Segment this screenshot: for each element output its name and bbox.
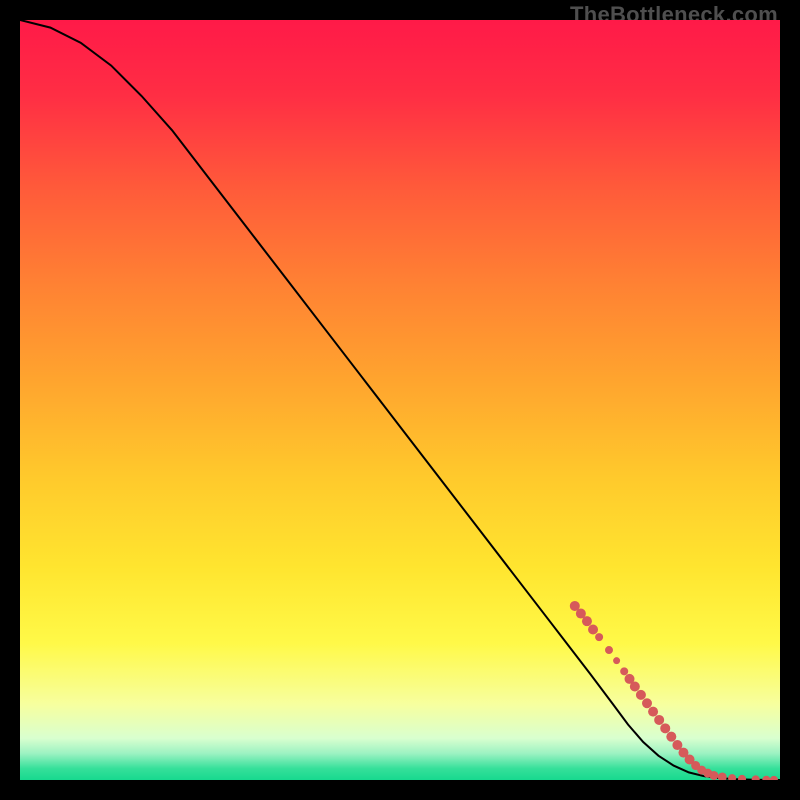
data-marker (642, 698, 652, 708)
chart-stage: TheBottleneck.com (0, 0, 800, 800)
data-marker (660, 723, 670, 733)
data-marker (605, 646, 613, 654)
data-marker (654, 715, 664, 725)
data-marker (709, 771, 718, 780)
data-marker (636, 690, 646, 700)
chart-svg (20, 20, 780, 780)
data-marker (613, 657, 620, 664)
data-marker (630, 682, 640, 692)
gradient-background (20, 20, 780, 780)
data-marker (648, 707, 658, 717)
data-marker (666, 732, 676, 742)
data-marker (588, 625, 598, 635)
data-marker (620, 667, 628, 675)
data-marker (582, 616, 592, 626)
data-marker (595, 633, 603, 641)
plot-area (20, 20, 780, 780)
